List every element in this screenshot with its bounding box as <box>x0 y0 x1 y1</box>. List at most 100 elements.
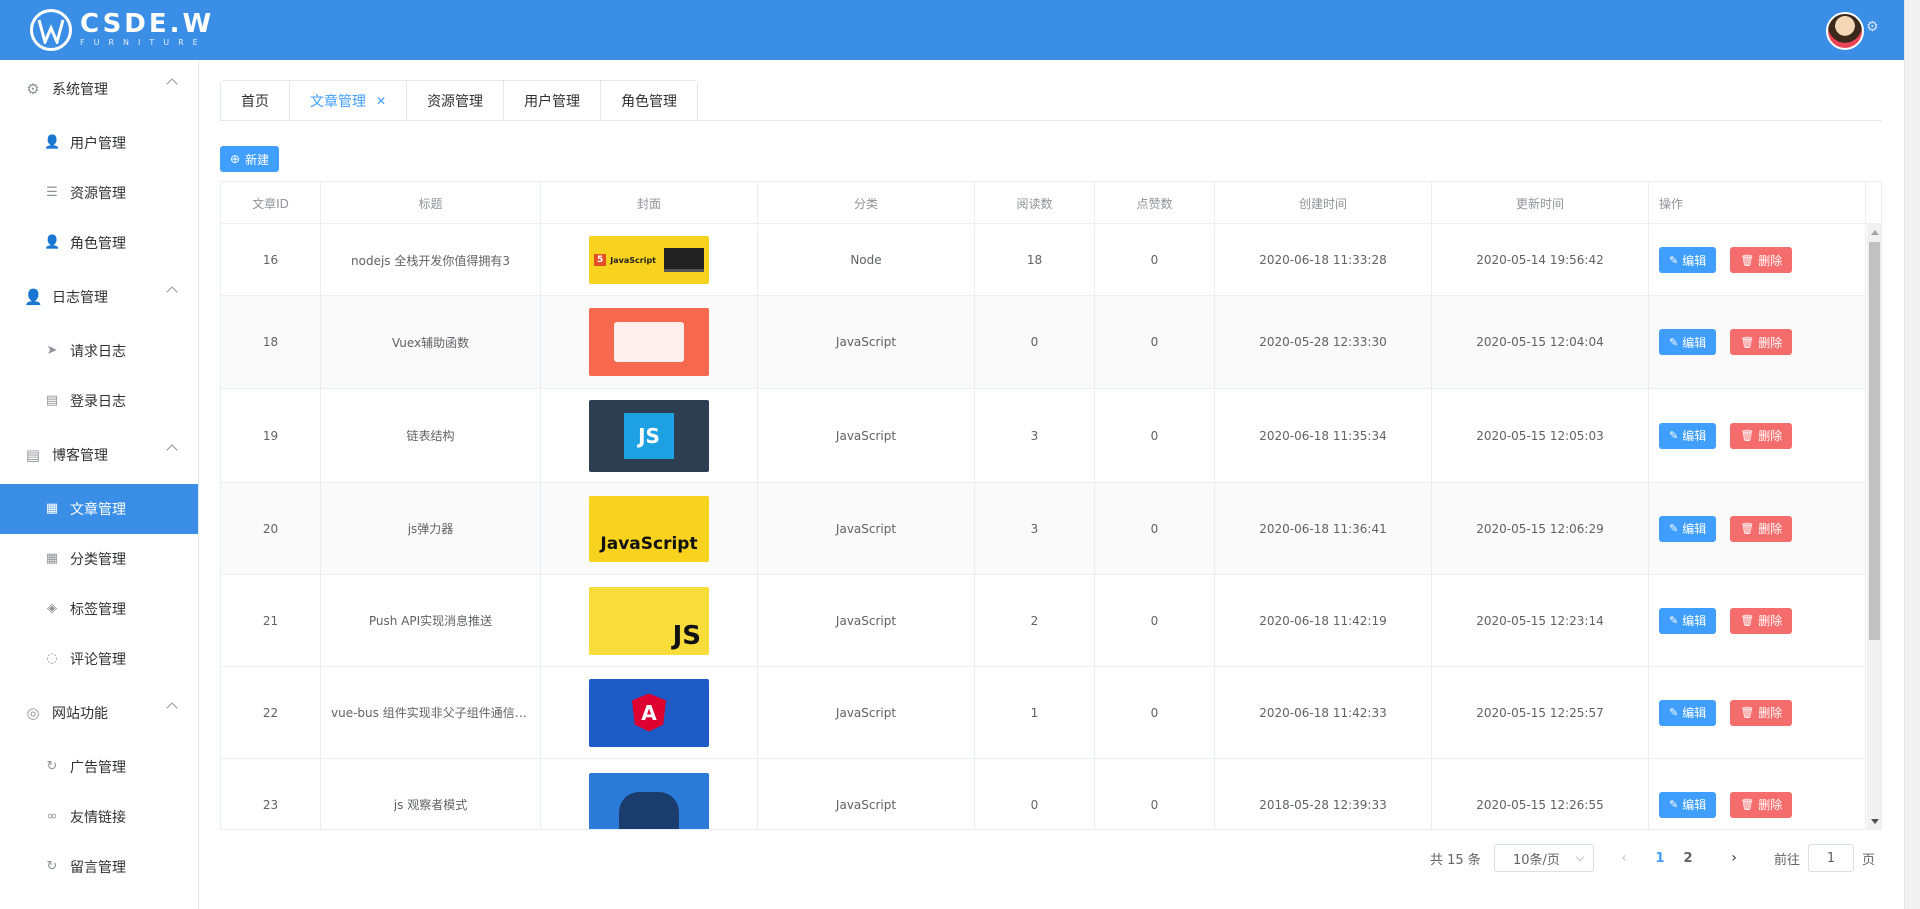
scroll-down-icon[interactable] <box>1871 819 1879 824</box>
sidebar-item[interactable]: ➤ 请求日志 <box>0 326 198 376</box>
delete-label: 删除 <box>1758 253 1783 268</box>
edit-icon: ✎ <box>1669 614 1679 627</box>
delete-button[interactable]: 🗑 删除 <box>1730 422 1793 449</box>
edit-button[interactable]: ✎ 编辑 <box>1659 329 1717 355</box>
sidebar-item[interactable]: 👤 用户管理 <box>0 118 198 168</box>
sidebar-item[interactable]: 👤 角色管理 <box>0 218 198 268</box>
delete-button[interactable]: 🗑 删除 <box>1730 791 1793 818</box>
sidebar-group[interactable]: ⚙ 系统管理 <box>0 60 198 118</box>
cover-image: 5 JavaScript <box>589 236 709 284</box>
sidebar-item[interactable]: ↻ 留言管理 <box>0 842 198 892</box>
page-size-select[interactable]: 10条/页 <box>1494 844 1594 872</box>
cell-views: 0 <box>975 759 1095 829</box>
top-header: CSDE.W FURNITURE ⚙ <box>0 0 1920 60</box>
cell-actions: ✎ 编辑 🗑 删除 <box>1649 483 1866 574</box>
cell-likes: 0 <box>1095 225 1215 295</box>
user-icon: 👤 <box>44 235 61 250</box>
delete-button[interactable]: 🗑 删除 <box>1730 699 1793 726</box>
edit-label: 编辑 <box>1682 253 1707 268</box>
sidebar-item[interactable]: ▦ 分类管理 <box>0 534 198 584</box>
sidebar-item[interactable]: ↻ 广告管理 <box>0 742 198 792</box>
gear-icon[interactable]: ⚙ <box>1866 20 1880 34</box>
edit-button[interactable]: ✎ 编辑 <box>1659 607 1717 634</box>
cell-category: JavaScript <box>758 759 975 829</box>
sidebar-group[interactable]: ▤ 博客管理 <box>0 426 198 484</box>
page-number[interactable]: 1 <box>1646 844 1674 872</box>
cell-likes: 0 <box>1095 575 1215 666</box>
cell-cover <box>541 759 758 829</box>
logo-subtext: FURNITURE <box>80 38 207 47</box>
tab[interactable]: 首页 <box>221 81 289 121</box>
edit-button[interactable]: ✎ 编辑 <box>1659 422 1717 449</box>
close-icon[interactable]: ✕ <box>376 94 386 108</box>
sidebar-group-label: 系统管理 <box>52 82 108 98</box>
cell-views: 1 <box>975 667 1095 758</box>
delete-button[interactable]: 🗑 删除 <box>1730 607 1793 634</box>
table-body[interactable]: 16 nodejs 全栈开发你值得拥有3 5 JavaScript Node 18 0 202… <box>221 225 1866 829</box>
delete-button[interactable]: 🗑 删除 <box>1730 247 1793 273</box>
sidebar-item[interactable]: ◈ 标签管理 <box>0 584 198 634</box>
sidebar-item[interactable]: ∞ 友情链接 <box>0 792 198 842</box>
send-icon: ➤ <box>46 343 58 358</box>
sidebar-item-label: 文章管理 <box>70 502 126 518</box>
goto-page-input[interactable]: 1 <box>1808 844 1855 872</box>
cell-created: 2020-06-18 11:35:34 <box>1215 389 1432 482</box>
logo[interactable]: CSDE.W FURNITURE <box>30 9 214 51</box>
sidebar-group[interactable]: 👤 日志管理 <box>0 268 198 326</box>
sidebar-item[interactable]: ☰ 资源管理 <box>0 168 198 218</box>
sidebar-item[interactable]: ▦ 文章管理 <box>0 484 198 534</box>
table-scrollbar[interactable] <box>1867 224 1881 829</box>
table-row[interactable]: 16 nodejs 全栈开发你值得拥有3 5 JavaScript Node 18 0 202… <box>221 225 1866 296</box>
scroll-up-icon[interactable] <box>1871 230 1879 235</box>
cell-title: 链表结构 <box>321 389 541 482</box>
page-numbers: 12 <box>1646 844 1702 872</box>
tab-label: 文章管理 <box>310 94 366 110</box>
page-scrollbar[interactable] <box>1904 0 1920 909</box>
cell-created: 2020-05-28 12:33:30 <box>1215 296 1432 388</box>
delete-button[interactable]: 🗑 删除 <box>1730 329 1793 355</box>
delete-label: 删除 <box>1758 335 1783 350</box>
cell-actions: ✎ 编辑 🗑 删除 <box>1649 225 1866 295</box>
column-header: 操作 <box>1649 182 1866 224</box>
cell-likes: 0 <box>1095 759 1215 829</box>
tab[interactable]: 用户管理 <box>503 81 601 121</box>
cell-actions: ✎ 编辑 🗑 删除 <box>1649 575 1866 666</box>
user-avatar[interactable] <box>1826 12 1864 50</box>
user-icon: 👤 <box>24 288 43 306</box>
cell-updated: 2020-05-15 12:25:57 <box>1432 667 1649 758</box>
sidebar-item-label: 用户管理 <box>70 136 126 152</box>
sidebar-item[interactable]: ▤ 登录日志 <box>0 376 198 426</box>
table-row[interactable]: 21 Push API实现消息推送 JS JavaScript 2 0 2020-06-18… <box>221 575 1866 667</box>
table-row[interactable]: 20 js弹力器 JavaScript JavaScript 3 0 2020-06-18 … <box>221 483 1866 575</box>
sidebar-item[interactable]: ◌ 评论管理 <box>0 634 198 684</box>
edit-button[interactable]: ✎ 编辑 <box>1659 247 1717 273</box>
sidebar-group[interactable]: ◎ 网站功能 <box>0 684 198 742</box>
table-row[interactable]: 19 链表结构 JS JavaScript 3 0 2020-06-18 11:35:34 2… <box>221 389 1866 483</box>
page-number[interactable]: 2 <box>1674 844 1702 872</box>
prev-page-icon[interactable]: ‹ <box>1614 844 1634 872</box>
tab[interactable]: 资源管理 <box>406 81 504 121</box>
delete-button[interactable]: 🗑 删除 <box>1730 515 1793 542</box>
cell-category: Node <box>758 225 975 295</box>
table-row[interactable]: 23 js 观察者模式 JavaScript 0 0 2018-05-28 12:39:3… <box>221 759 1866 829</box>
cell-actions: ✎ 编辑 🗑 删除 <box>1649 389 1866 482</box>
cell-title: vue-bus 组件实现非父子组件通信(... <box>321 667 541 758</box>
tab[interactable]: 文章管理 ✕ <box>289 81 407 122</box>
table-row[interactable]: 22 vue-bus 组件实现非父子组件通信(... A JavaScript 1 0 20… <box>221 667 1866 759</box>
edit-label: 编辑 <box>1682 798 1707 812</box>
edit-button[interactable]: ✎ 编辑 <box>1659 791 1717 818</box>
scrollbar-thumb[interactable] <box>1869 242 1880 640</box>
cell-cover: 5 JavaScript <box>541 225 758 295</box>
new-article-button[interactable]: ⊕ 新建 <box>220 146 280 172</box>
tab[interactable]: 角色管理 <box>600 81 698 121</box>
sidebar-group-label: 博客管理 <box>52 448 108 464</box>
edit-label: 编辑 <box>1682 614 1707 628</box>
sidebar-group-label: 日志管理 <box>52 290 108 306</box>
table-row[interactable]: 18 Vuex辅助函数 JavaScript 0 0 2020-05-28 12:33:3… <box>221 296 1866 389</box>
article-table: 文章ID 标题 封面 分类 阅读数 点赞数 创建时间 更新时间 操作 16 nodejs 全栈开发… <box>220 181 1882 830</box>
cell-likes: 0 <box>1095 389 1215 482</box>
edit-button[interactable]: ✎ 编辑 <box>1659 699 1717 726</box>
next-page-icon[interactable]: › <box>1724 844 1744 872</box>
cell-category: JavaScript <box>758 483 975 574</box>
edit-button[interactable]: ✎ 编辑 <box>1659 515 1717 542</box>
